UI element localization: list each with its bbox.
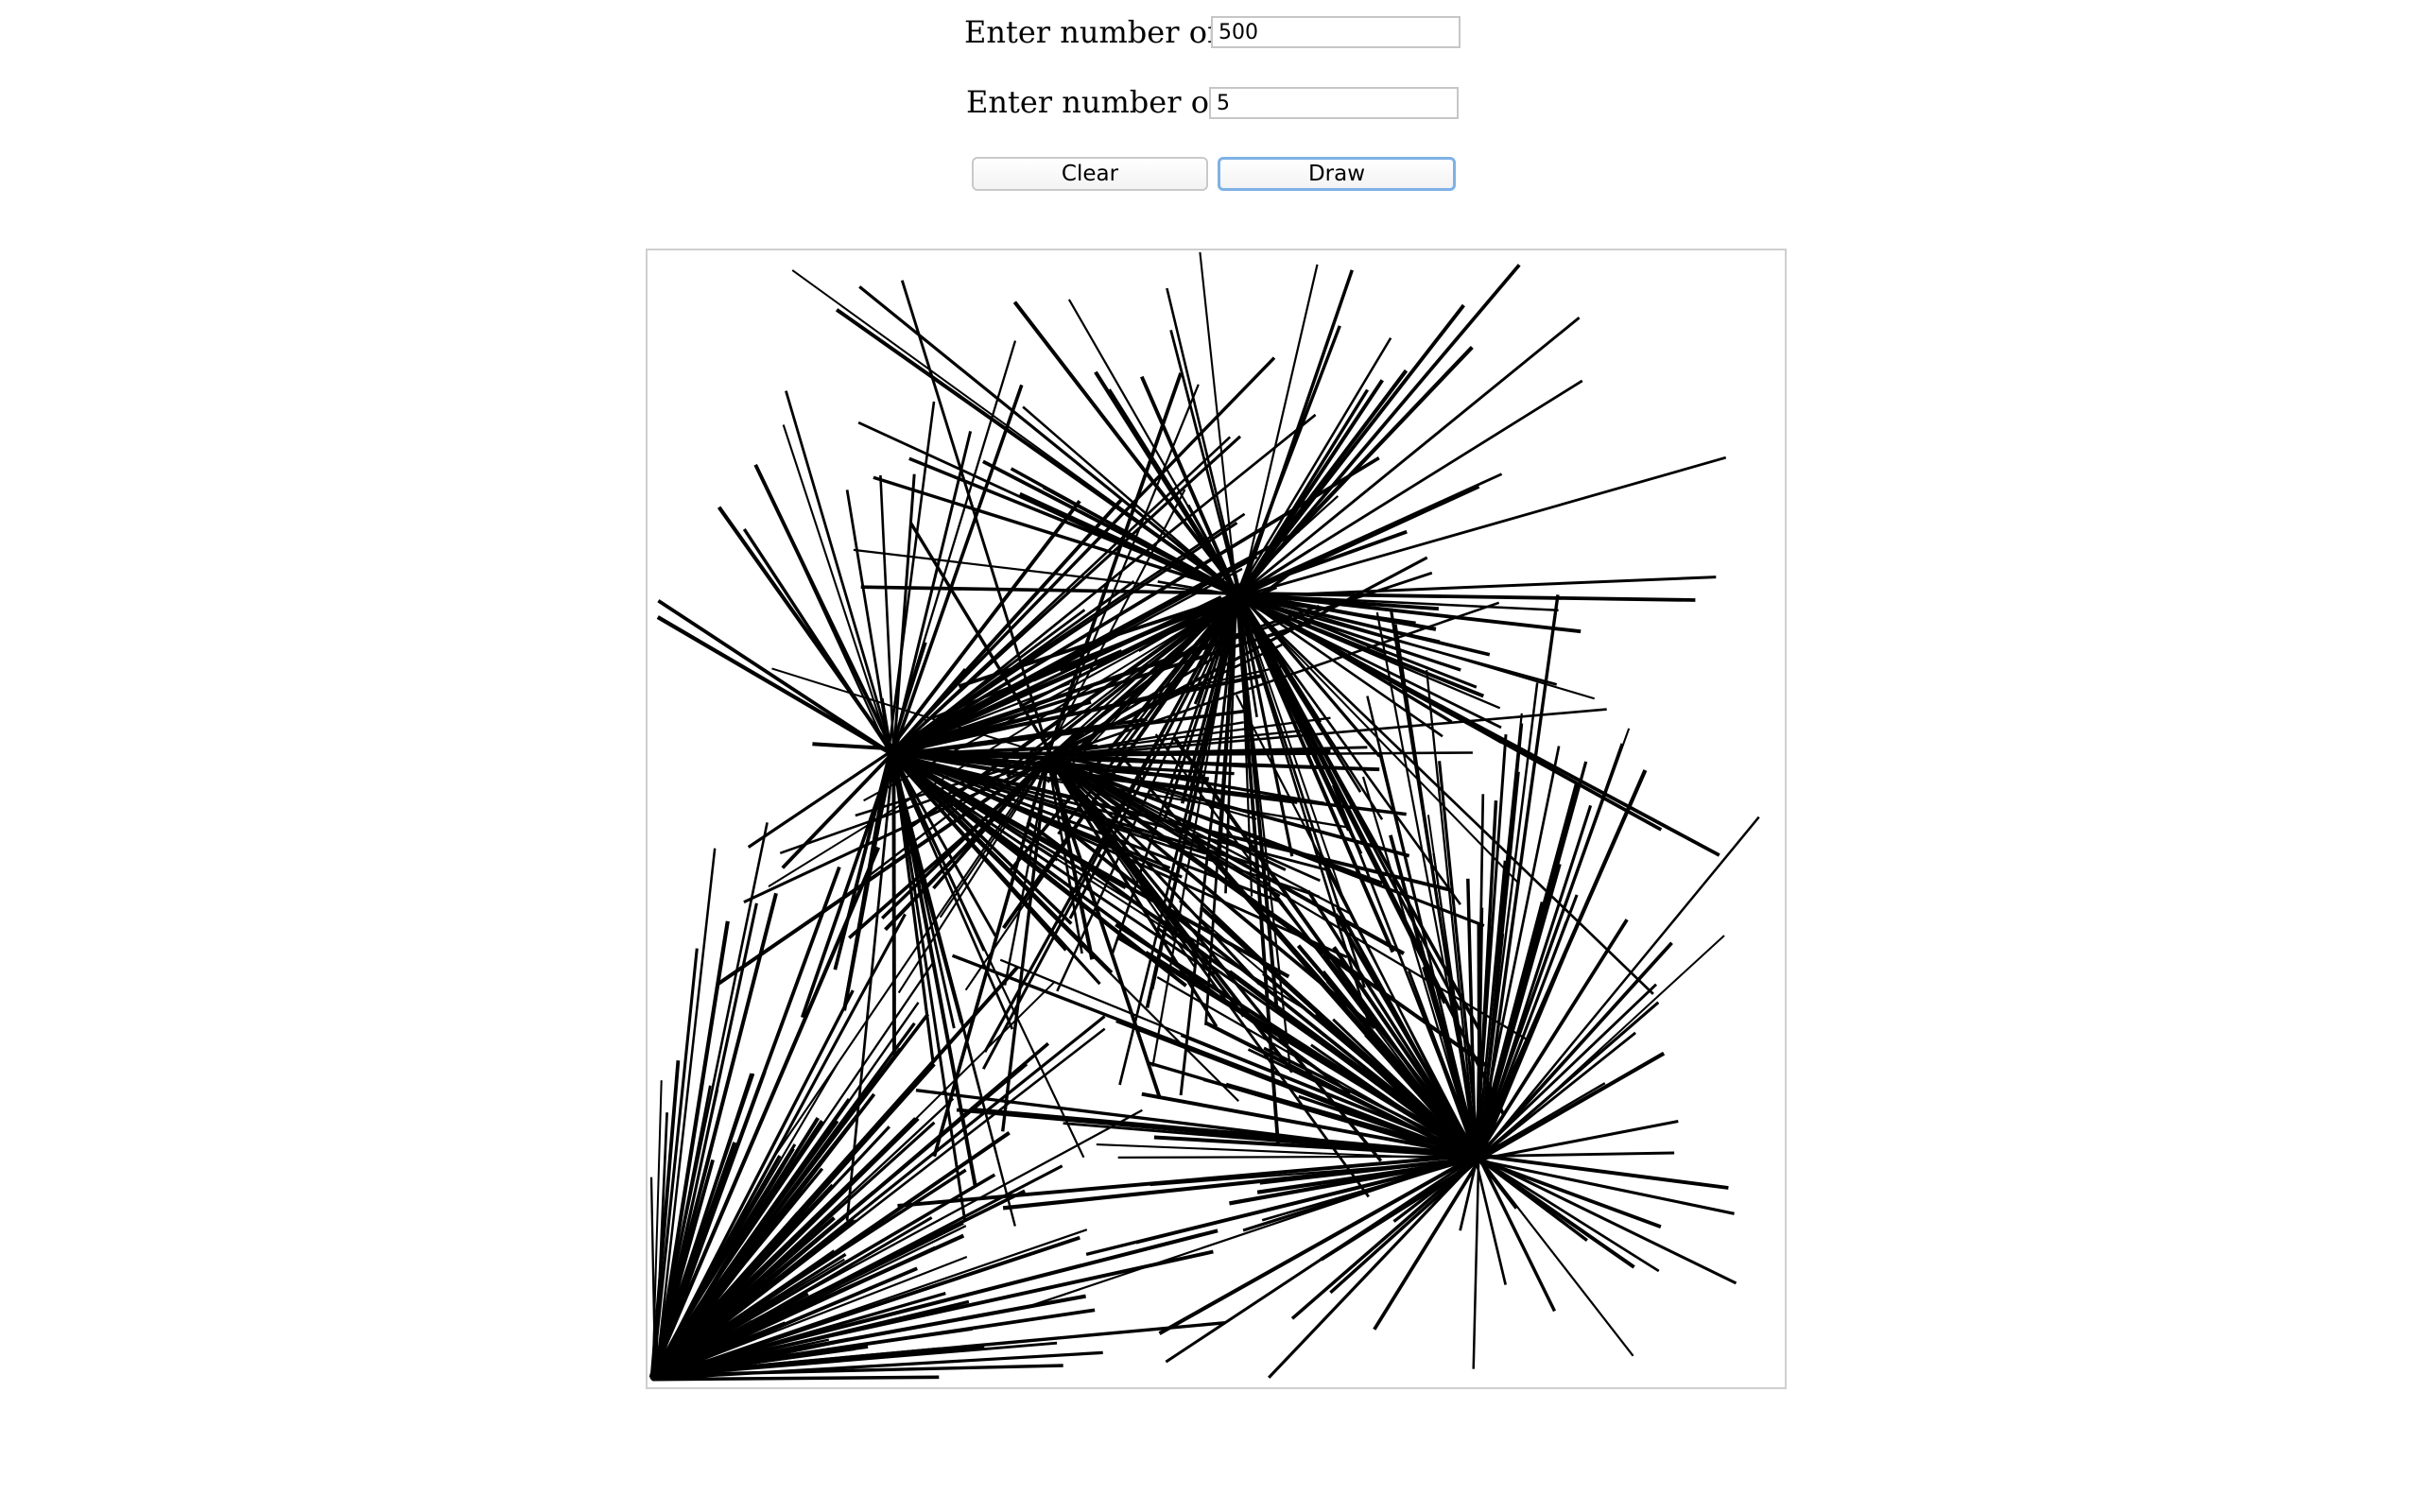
draw-button[interactable]: Draw — [1218, 157, 1456, 191]
x-row: Enter number of X: — [0, 13, 2420, 51]
burst-line — [1239, 264, 1521, 595]
clear-button[interactable]: Clear — [972, 157, 1208, 191]
burst-line — [652, 1375, 940, 1382]
burst-line — [1320, 1159, 1480, 1262]
burst-line — [1478, 1156, 1737, 1285]
line-burst-drawing — [648, 251, 1760, 1382]
x-input[interactable] — [1211, 16, 1461, 48]
drawing-canvas[interactable] — [646, 249, 1787, 1389]
burst-line — [858, 285, 1242, 597]
burst-line — [1156, 926, 1481, 1157]
burst-line — [1472, 1158, 1480, 1369]
button-row: Clear Draw — [0, 157, 2420, 195]
burst-line — [717, 506, 895, 754]
burst-line — [1172, 736, 1478, 1161]
y-input[interactable] — [1209, 87, 1459, 119]
y-row: Enter number of Y: — [0, 83, 2420, 121]
burst-line — [1477, 1154, 1557, 1313]
